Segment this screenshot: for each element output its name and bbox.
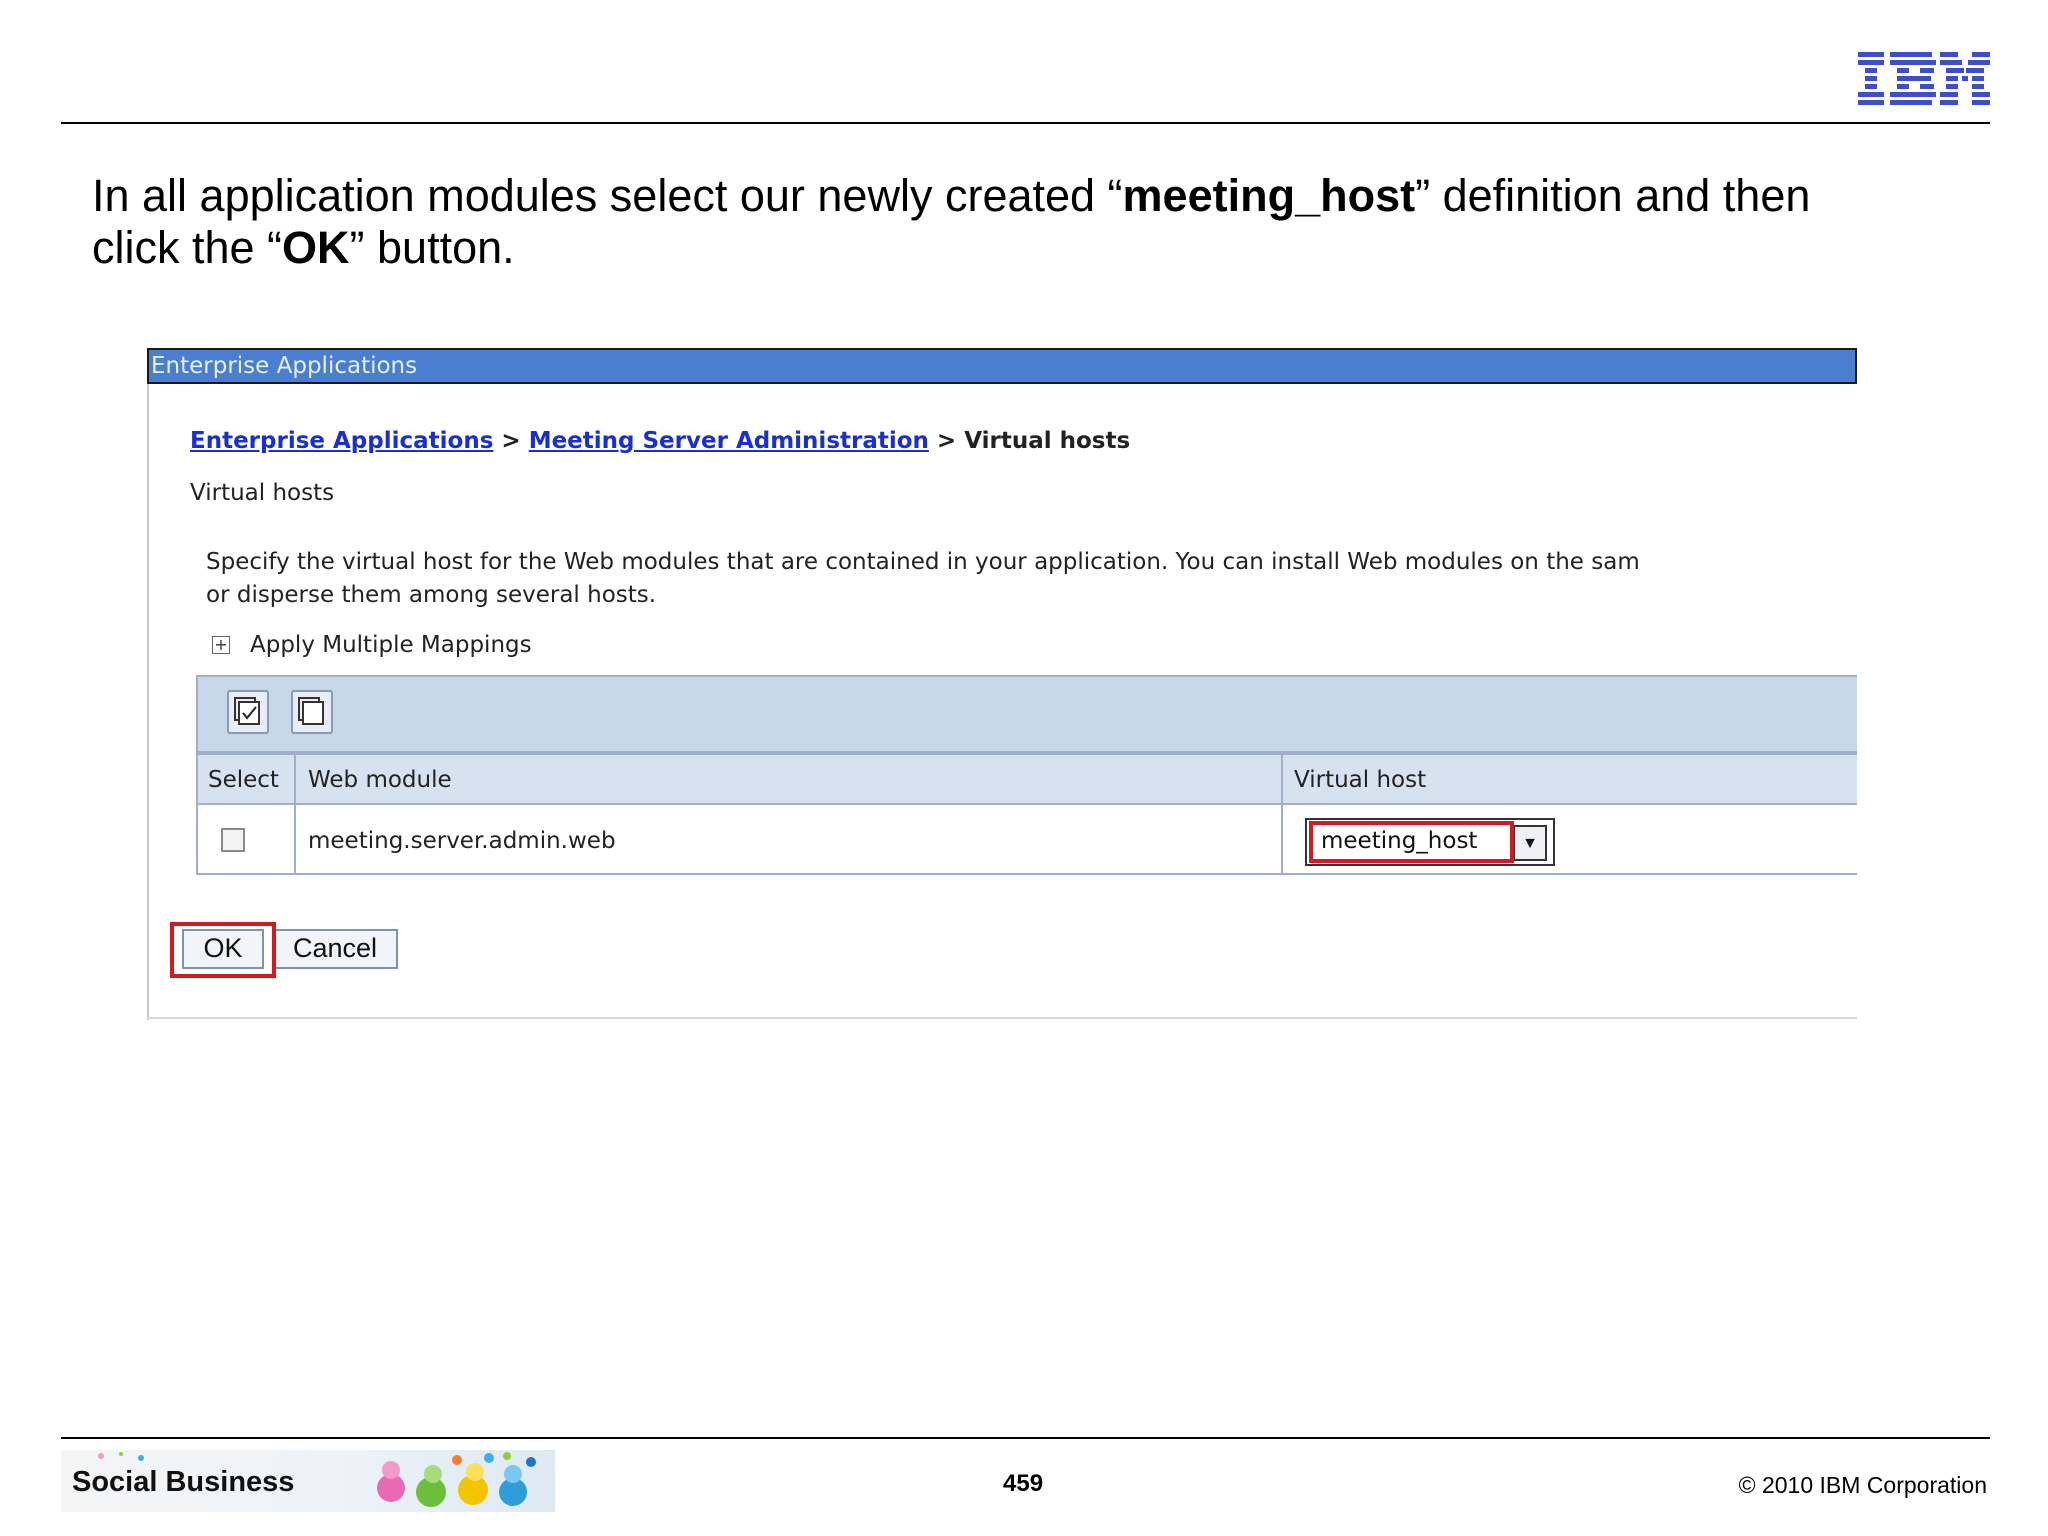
breadcrumb-link-meeting-server-administration[interactable]: Meeting Server Administration (529, 428, 929, 454)
instruction-bold-meeting-host: meeting_host (1122, 170, 1416, 221)
breadcrumb: Enterprise Applications > Meeting Server A… (190, 428, 1131, 454)
column-divider (294, 753, 296, 875)
table-toolbar (196, 675, 1857, 753)
ibm-logo (1858, 52, 1990, 105)
expand-icon[interactable]: + (212, 636, 230, 654)
screenshot-border (147, 1017, 1857, 1019)
screenshot-border (147, 348, 149, 1020)
select-all-icon (234, 697, 260, 725)
highlight-box-virtual-host (1309, 821, 1514, 863)
header-rule (61, 122, 1990, 124)
page-number: 459 (1003, 1470, 1044, 1497)
column-header-web-module[interactable]: Web module (308, 767, 452, 793)
column-divider (1281, 753, 1283, 875)
instruction-bold-ok: OK (282, 222, 350, 273)
footer-brand: Social Business (72, 1466, 295, 1498)
apply-multiple-mappings-toggle[interactable]: + Apply Multiple Mappings (212, 632, 532, 658)
copyright: © 2010 IBM Corporation (1738, 1472, 1987, 1498)
apply-multiple-mappings-label: Apply Multiple Mappings (250, 632, 532, 658)
select-all-button[interactable] (227, 690, 269, 734)
column-header-select[interactable]: Select (208, 767, 279, 793)
cancel-button[interactable]: Cancel (272, 929, 398, 969)
description-text: Specify the virtual host for the Web mod… (206, 549, 1640, 608)
slide-instruction: In all application modules select our ne… (92, 170, 1811, 273)
deselect-all-button[interactable] (291, 690, 333, 734)
deselect-all-icon (298, 697, 324, 725)
page-title: Virtual hosts (190, 480, 335, 506)
row-select-checkbox[interactable] (221, 828, 245, 852)
web-module-cell: meeting.server.admin.web (308, 828, 616, 854)
chevron-down-icon[interactable]: ▼ (1513, 825, 1547, 861)
window-title-bar: Enterprise Applications (147, 348, 1857, 384)
breadcrumb-link-enterprise-applications[interactable]: Enterprise Applications (190, 428, 493, 454)
footer-rule (61, 1437, 1990, 1439)
column-header-virtual-host[interactable]: Virtual host (1294, 767, 1426, 793)
breadcrumb-current: Virtual hosts (964, 428, 1131, 454)
highlight-box-ok (170, 922, 276, 978)
